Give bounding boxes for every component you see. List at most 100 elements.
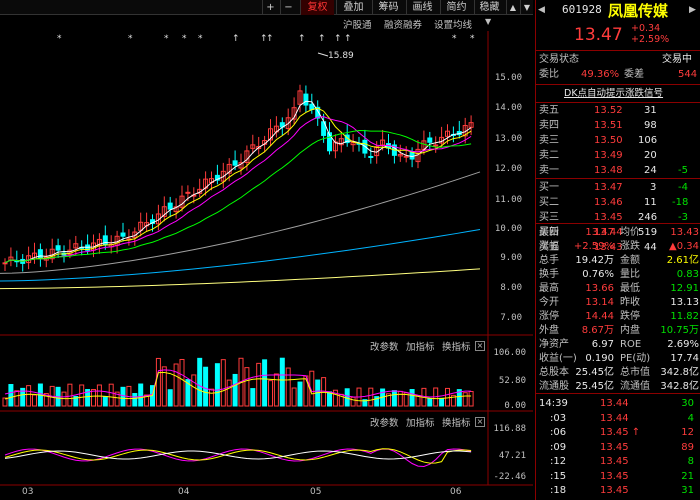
stat-value: 6.97 (591, 339, 614, 350)
tick-volume: 8 (687, 456, 694, 467)
ytick-label: 15.00 (494, 73, 522, 83)
candle-down (120, 232, 126, 237)
volume-bar (26, 385, 32, 407)
hide-button[interactable]: 稳藏 (474, 0, 504, 15)
volume-bar (102, 395, 108, 407)
ytick-label: 7.00 (500, 313, 522, 323)
book-price: 13.48 (594, 165, 623, 176)
chips-button[interactable]: 筹码 (372, 0, 404, 15)
tick-volume: 12 (681, 427, 694, 438)
tick-volume: 21 (681, 470, 694, 482)
fuquan-button[interactable]: 复权 (300, 0, 334, 15)
scroll-up-icon[interactable]: ▲ (506, 0, 519, 15)
book-price: 13.51 (594, 120, 623, 131)
next-stock-icon[interactable]: ▶ (689, 3, 696, 17)
macd-group (4, 448, 472, 467)
ma-line (4, 107, 472, 264)
vol-switch-indicator-button[interactable]: 换指标 (442, 339, 471, 353)
stat-label: PE(动) (620, 353, 651, 364)
current-price: 13.47 (574, 25, 623, 45)
tick-row: 14:39 13.44 30 (536, 397, 700, 411)
info-marker-icon[interactable]: ↑ (232, 34, 240, 44)
diff-label: 委差 (624, 69, 644, 80)
tick-price: 13.45 ↑ (600, 427, 641, 438)
ask-row[interactable]: 卖三 13.50 106 (536, 134, 700, 148)
dk-signal-link[interactable]: DK点自动提示涨跌信号 (564, 87, 663, 101)
info-marker-icon[interactable]: ↑ (298, 34, 306, 44)
macd-modify-params-button[interactable]: 改参数 (370, 415, 399, 429)
star-marker-icon[interactable]: * (164, 34, 169, 44)
macd-ytick-label: 116.88 (493, 424, 526, 434)
stat-row: 换手 0.76% 量比 0.83 (536, 268, 700, 282)
zoom-out-button[interactable]: − (280, 0, 296, 15)
stat-label: 最低 (620, 283, 640, 294)
set-ma-link[interactable]: 设置均线 (434, 17, 472, 31)
stat-label: 量比 (620, 269, 640, 280)
vol-close-icon[interactable]: × (475, 341, 485, 351)
dropdown-icon[interactable]: ▼ (485, 17, 491, 26)
star-marker-icon[interactable]: * (182, 34, 187, 44)
zoom-in-button[interactable]: + (262, 0, 278, 15)
stock-name: 凤凰传媒 (608, 2, 669, 20)
volume-bar (350, 396, 356, 407)
status-label: 交易状态 (539, 54, 579, 65)
info-marker-icon[interactable]: ↑ (334, 34, 342, 44)
star-marker-icon[interactable]: * (470, 34, 475, 44)
volume-group (2, 357, 474, 407)
volume-bar (2, 397, 8, 407)
candle-up (185, 191, 191, 194)
star-marker-icon[interactable]: * (198, 34, 203, 44)
simple-button[interactable]: 简约 (440, 0, 472, 15)
book-price: 13.52 (594, 105, 623, 116)
star-marker-icon[interactable]: * (57, 34, 62, 44)
candle-down (102, 235, 108, 246)
volume-bar (138, 383, 144, 407)
margin-trading-link[interactable]: 融资融券 (384, 17, 422, 31)
ask-row[interactable]: 卖二 13.49 20 (536, 149, 700, 163)
hk-connect-link[interactable]: 沪股通 (343, 17, 372, 31)
ma-line (4, 116, 472, 264)
scroll-down-icon[interactable]: ▼ (520, 0, 533, 15)
status-value: 交易中 (662, 54, 692, 65)
star-marker-icon[interactable]: * (452, 34, 457, 44)
book-price: 13.49 (594, 150, 623, 161)
stat-label: 流通值 (620, 381, 650, 392)
info-marker-icon[interactable]: ↑ (344, 34, 352, 44)
stat-label: 净资产 (539, 339, 569, 350)
info-marker-icon[interactable]: ↑ (266, 34, 274, 44)
macd-switch-indicator-button[interactable]: 换指标 (442, 415, 471, 429)
prev-stock-icon[interactable]: ◀ (538, 3, 545, 17)
volume-bar (268, 380, 273, 407)
macd-add-indicator-button[interactable]: 加指标 (406, 415, 435, 429)
volume-bar (173, 363, 179, 407)
draw-line-button[interactable]: 画线 (406, 0, 438, 15)
vol-add-indicator-button[interactable]: 加指标 (406, 339, 435, 353)
info-marker-icon[interactable]: ↑ (318, 34, 326, 44)
stat-value: 14.44 (585, 311, 614, 322)
volume-bar (427, 398, 433, 407)
book-volume: 98 (644, 120, 657, 131)
bid-row[interactable]: 买一 13.47 3 -4 (536, 181, 700, 195)
stat-row: 净资产 6.97 ROE 2.69% (536, 338, 700, 352)
tick-row: :15 13.45 21 (536, 470, 700, 484)
volume-bar (14, 390, 20, 407)
ask-row[interactable]: 卖一 13.48 24 -5 (536, 164, 700, 178)
volume-bar (91, 389, 96, 407)
volume-bar (297, 381, 303, 407)
long-ma-line (0, 171, 481, 274)
volume-bar (468, 390, 474, 407)
volume-bar (226, 379, 232, 407)
vol-modify-params-button[interactable]: 改参数 (370, 339, 399, 353)
tick-price: 13.44 (600, 412, 629, 424)
macd-close-icon[interactable]: × (475, 417, 485, 427)
overlay-button[interactable]: 叠加 (336, 0, 370, 15)
ask-row[interactable]: 卖五 13.52 31 (536, 104, 700, 118)
ask-row[interactable]: 卖四 13.51 98 (536, 119, 700, 133)
star-marker-icon[interactable]: * (128, 34, 133, 44)
bid-row[interactable]: 买二 13.46 11 -18 (536, 196, 700, 210)
stat-value: 25.45亿 (575, 367, 614, 378)
tick-row: :18 13.45 31 (536, 484, 700, 498)
stat-row: 总手 19.42万 金额 2.61亿 (536, 254, 700, 268)
ratio-label: 委比 (539, 69, 559, 80)
x-tick-label: 06 (450, 487, 462, 497)
